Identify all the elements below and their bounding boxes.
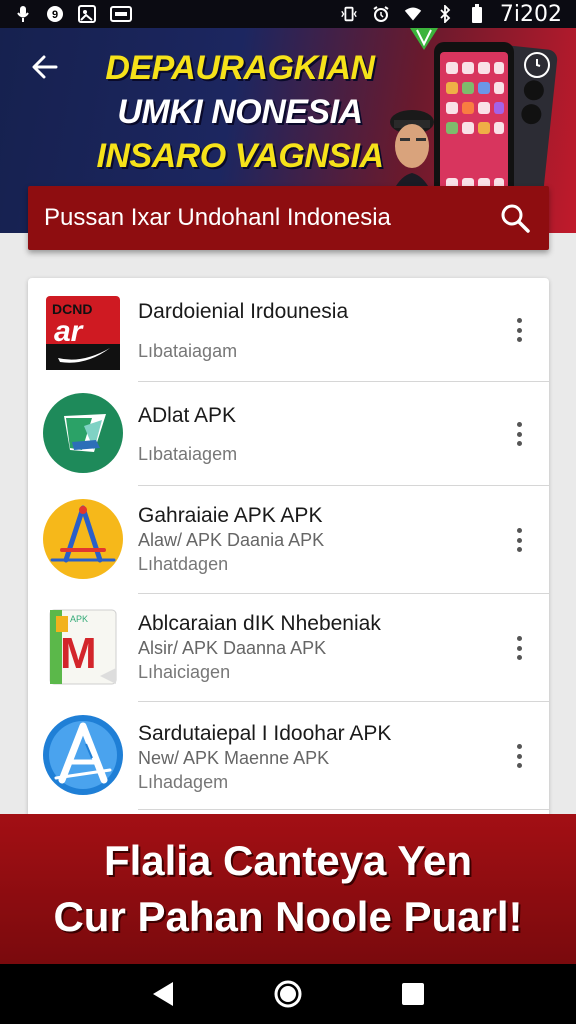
- app-title: Dardoienial Irdounesia: [138, 300, 349, 323]
- app-category: Lıhadagem: [138, 772, 229, 792]
- list-item[interactable]: M APK Ablcaraian dIK Nhebeniak Alsir/ AP…: [28, 594, 549, 702]
- app-text: Gahraiaie APK APK Alaw/ APK Daania APK L…: [138, 486, 499, 594]
- image-icon: [78, 5, 96, 23]
- more-dot-icon: [516, 636, 522, 641]
- more-dot-icon: [516, 744, 522, 749]
- divider: [138, 809, 549, 810]
- vibrate-icon: [340, 5, 358, 23]
- cast-icon: [110, 6, 132, 22]
- svg-text:APK: APK: [70, 614, 88, 624]
- clock-icon: [536, 59, 541, 67]
- app-title: ADlat APK: [138, 404, 237, 427]
- app-title: Ablcaraian dIK Nhebeniak: [138, 612, 381, 635]
- app-text: Dardoienial Irdounesia Lıbataiagam: [138, 278, 499, 382]
- more-options-button[interactable]: [511, 528, 527, 552]
- hero-line-1: DEPAURAGKIAN: [105, 49, 375, 87]
- app-subtitle: New/ APK Maenne APK: [138, 748, 330, 768]
- promo-line-1: Flalia Canteya Yen: [103, 837, 473, 884]
- circle-home-icon: [274, 980, 302, 1008]
- promo-banner: Flalia Canteya Yen Cur Pahan Noole Puarl…: [0, 814, 576, 964]
- list-item[interactable]: ADlat APK Lıbataiagem: [28, 382, 549, 486]
- navigation-bar: [0, 964, 576, 1024]
- arrow-left-icon: [32, 55, 58, 79]
- wifi-icon: [404, 5, 422, 23]
- green-leaf-app-icon: [43, 393, 123, 473]
- more-options-button[interactable]: [511, 422, 527, 446]
- nav-recents-button[interactable]: [395, 976, 431, 1012]
- alarm-icon: [372, 5, 390, 23]
- more-dot-icon: [516, 318, 522, 323]
- app-list: DCND ar Dardoienial Irdounesia Lıbataiag…: [28, 278, 549, 818]
- more-options-button[interactable]: [511, 636, 527, 660]
- list-item[interactable]: Gahraiaie APK APK Alaw/ APK Daania APK L…: [28, 486, 549, 594]
- search-button[interactable]: [497, 200, 533, 236]
- app-text: Sardutaiepal I Idoohar APK New/ APK Maen…: [138, 702, 499, 810]
- app-subtitle: Alaw/ APK Daania APK: [138, 530, 325, 550]
- square-recents-icon: [402, 983, 425, 1005]
- list-item[interactable]: DCND ar Dardoienial Irdounesia Lıbataiag…: [28, 278, 549, 382]
- svg-text:ar: ar: [54, 315, 85, 348]
- help-button[interactable]: [524, 52, 550, 78]
- hero-line-2: UMKI NONESIA: [117, 93, 363, 131]
- mic-icon: [14, 5, 32, 23]
- search-icon: [501, 204, 530, 233]
- hero-title: DEPAURAGKIAN UMKI NONESIA INSARO VAGNSIA: [70, 46, 410, 178]
- a-letter-app-icon: [43, 715, 123, 795]
- nav-back-button[interactable]: [145, 976, 181, 1012]
- search-input[interactable]: Pussan Ixar Undohanl Indonesia: [44, 204, 497, 232]
- app-text: Ablcaraian dIK Nhebeniak Alsir/ APK Daan…: [138, 594, 499, 702]
- nav-home-button[interactable]: [270, 976, 306, 1012]
- m-letter-app-icon: M APK: [49, 609, 117, 685]
- app-title: Sardutaiepal I Idoohar APK: [138, 722, 392, 745]
- more-options-button[interactable]: [511, 318, 527, 342]
- triangle-back-icon: [152, 982, 173, 1006]
- status-bar: 9 7i202: [0, 0, 576, 28]
- list-item[interactable]: Sardutaiepal I Idoohar APK New/ APK Maen…: [28, 702, 549, 810]
- app-title: Gahraiaie APK APK: [138, 504, 323, 527]
- more-dot-icon: [516, 528, 522, 533]
- app-category: Lıbataiagem: [138, 444, 238, 464]
- hero-line-3: INSARO VAGNSIA: [96, 137, 384, 175]
- bluetooth-icon: [436, 5, 454, 23]
- app-subtitle: Alsir/ APK Daanna APK: [138, 638, 327, 658]
- search-bar[interactable]: Pussan Ixar Undohanl Indonesia: [28, 186, 549, 250]
- app-text: ADlat APK Lıbataiagem: [138, 382, 499, 486]
- more-options-button[interactable]: [511, 744, 527, 768]
- app-category: Lıhaiciagen: [138, 662, 231, 682]
- app-category: Lıhatdagen: [138, 554, 229, 574]
- svg-text:9: 9: [52, 9, 58, 21]
- notification-icon: 9: [46, 5, 64, 23]
- more-dot-icon: [516, 422, 522, 427]
- app-category: Lıbataiagam: [138, 341, 238, 361]
- compass-app-icon: [43, 499, 123, 579]
- promo-line-2: Cur Pahan Noole Puarl!: [53, 893, 523, 940]
- svg-text:M: M: [60, 629, 97, 678]
- nike-app-icon: DCND ar: [46, 296, 120, 370]
- status-time: 7i202: [499, 1, 562, 27]
- back-button[interactable]: [28, 50, 62, 84]
- battery-icon: [468, 4, 486, 23]
